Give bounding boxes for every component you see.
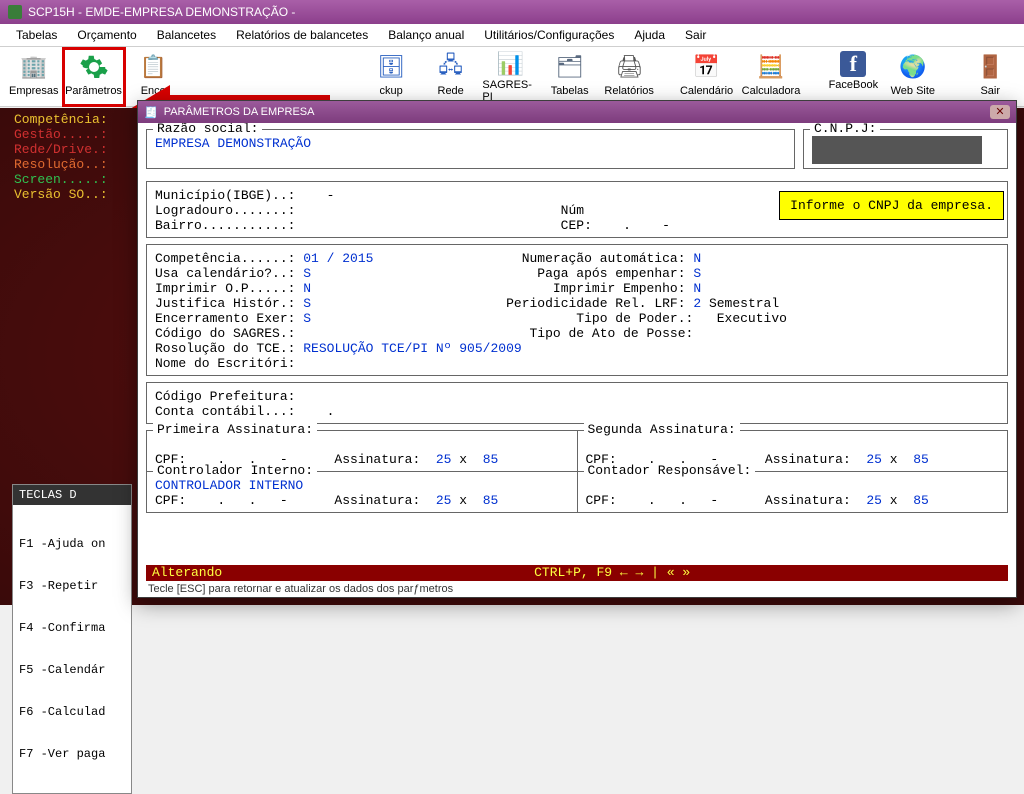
dialog-status-bar: Alterando CTRL+P, F9 ← → | « » (146, 565, 1008, 581)
dialog-parametros: 🧾 PARÂMETROS DA EMPRESA ✕ Razão social: … (137, 100, 1017, 598)
legend-sig2: Segunda Assinatura: (584, 422, 740, 437)
chart-icon: 📊 (494, 51, 526, 77)
fieldset-razao-social: Razão social: EMPRESA DEMONSTRAÇÃO (146, 129, 795, 169)
row-bairro[interactable]: Bairro...........: CEP: . - (155, 218, 999, 233)
row-imprimir-op[interactable]: Imprimir O.P.....: N Imprimir Empenho: N (155, 281, 999, 296)
hotkey-line: F5 -Calendár (19, 663, 125, 677)
tb-calculadora[interactable]: 🧮 Calculadora (736, 49, 805, 105)
legend-razao: Razão social: (153, 123, 262, 136)
tb-backup[interactable]: 🗄 ckup (361, 49, 421, 105)
row-escritorio[interactable]: Nome do Escritóri: (155, 356, 999, 371)
status-keys: CTRL+P, F9 ← → | « » (534, 565, 690, 581)
dialog-close-button[interactable]: ✕ (990, 105, 1010, 119)
fieldset-prefeitura: Código Prefeitura: Conta contábil...: . (146, 382, 1008, 424)
status-mode: Alterando (152, 565, 222, 581)
tb-tabelas[interactable]: 🗂 Tabelas (540, 49, 600, 105)
row-encerramento[interactable]: Encerramento Exer: S Tipo de Poder.: Exe… (155, 311, 999, 326)
legend-sig4: Contador Responsável: (584, 463, 756, 478)
tb-parametros[interactable]: Parâmetros (64, 49, 124, 105)
app-icon (8, 5, 22, 19)
row-conta[interactable]: Conta contábil...: . (155, 404, 999, 419)
hotkey-line: F1 -Ajuda on (19, 537, 125, 551)
hotkey-line: F4 -Confirma (19, 621, 125, 635)
row-prefeitura[interactable]: Código Prefeitura: (155, 389, 999, 404)
tooltip-cnpj: Informe o CNPJ da empresa. (779, 191, 1004, 220)
hotkey-line: F7 -Ver paga (19, 747, 125, 761)
menu-bar: Tabelas Orçamento Balancetes Relatórios … (0, 24, 1024, 47)
hotkey-line: F3 -Repetir (19, 579, 125, 593)
window-title: SCP15H - EMDE-EMPRESA DEMONSTRAÇÃO - (28, 0, 295, 24)
cnpj-input[interactable] (812, 136, 982, 164)
fieldset-controlador: Controlador Interno: CONTROLADOR INTERNO… (146, 471, 578, 513)
row-sig4-cpf[interactable]: CPF: . . - Assinatura: 25 x 85 (586, 493, 1000, 508)
row-sagres[interactable]: Código do SAGRES.: Tipo de Ato de Posse: (155, 326, 999, 341)
menu-relatorios-balancetes[interactable]: Relatórios de balancetes (226, 26, 378, 44)
row-calendario[interactable]: Usa calendário?..: S Paga após empenhar:… (155, 266, 999, 281)
hotkeys-panel: TECLAS D F1 -Ajuda on F3 -Repetir F4 -Co… (12, 484, 132, 794)
tb-relatorios[interactable]: 🖨 Relatórios (599, 49, 659, 105)
status-line: Gestão.....: (14, 127, 140, 142)
hotkey-line: F6 -Calculad (19, 705, 125, 719)
tb-empresas[interactable]: 🏢 Empresas (4, 49, 64, 105)
hotkeys-header: TECLAS D (13, 485, 131, 505)
menu-ajuda[interactable]: Ajuda (624, 26, 675, 44)
buildings-icon: 🏢 (18, 51, 50, 83)
fieldset-cnpj: C.N.P.J: (803, 129, 1008, 169)
menu-orcamento[interactable]: Orçamento (67, 26, 146, 44)
tb-sagres[interactable]: 📊 SAGRES-PI (480, 49, 540, 105)
window-titlebar: SCP15H - EMDE-EMPRESA DEMONSTRAÇÃO - (0, 0, 1024, 24)
menu-tabelas[interactable]: Tabelas (6, 26, 67, 44)
menu-balancetes[interactable]: Balancetes (147, 26, 226, 44)
row-resolucao[interactable]: Rosolução do TCE.: RESOLUÇÃO TCE/PI Nº 9… (155, 341, 999, 356)
menu-balanco-anual[interactable]: Balanço anual (378, 26, 474, 44)
fieldset-config: Competência......: 01 / 2015 Numeração a… (146, 244, 1008, 376)
status-line: Resolução..: (14, 157, 140, 172)
status-panel: Competência: Gestão.....: Rede/Drive.: R… (12, 108, 142, 206)
printer-icon: 🖨 (613, 51, 645, 83)
dialog-body: Razão social: EMPRESA DEMONSTRAÇÃO C.N.P… (138, 123, 1016, 561)
fieldset-contador: Contador Responsável: CPF: . . - Assinat… (577, 471, 1009, 513)
calendar-icon: 📅 (691, 51, 723, 83)
row-justifica[interactable]: Justifica Histór.: S Periodicidade Rel. … (155, 296, 999, 311)
dialog-title-icon: 🧾 (144, 106, 158, 119)
gear-icon (78, 51, 110, 83)
razao-value[interactable]: EMPRESA DEMONSTRAÇÃO (155, 136, 786, 151)
calculator-icon: 🧮 (755, 51, 787, 83)
tb-calendario[interactable]: 📅 Calendário (677, 49, 737, 105)
dialog-footer-hint: Tecle [ESC] para retornar e atualizar os… (146, 581, 1008, 597)
network-icon: 🖧 (435, 51, 467, 83)
globe-icon: 🌍 (897, 51, 929, 83)
menu-sair[interactable]: Sair (675, 26, 716, 44)
row-competencia[interactable]: Competência......: 01 / 2015 Numeração a… (155, 251, 999, 266)
tb-website[interactable]: 🌍 Web Site (883, 49, 943, 105)
legend-cnpj: C.N.P.J: (810, 123, 880, 136)
legend-sig1: Primeira Assinatura: (153, 422, 317, 437)
clipboard-icon: 📋 (137, 51, 169, 83)
dialog-title-text: PARÂMETROS DA EMPRESA (164, 106, 315, 118)
tb-sair[interactable]: 🚪 Sair (960, 49, 1020, 105)
row-sig3-cpf[interactable]: CPF: . . - Assinatura: 25 x 85 (155, 493, 569, 508)
dialog-titlebar[interactable]: 🧾 PARÂMETROS DA EMPRESA ✕ (138, 101, 1016, 123)
status-line: Versão SO..: (14, 187, 140, 202)
legend-sig3: Controlador Interno: (153, 463, 317, 478)
status-line: Rede/Drive.: (14, 142, 140, 157)
status-line: Screen.....: (14, 172, 140, 187)
hotkeys-body: F1 -Ajuda on F3 -Repetir F4 -Confirma F5… (13, 505, 131, 793)
archive-icon: 🗄 (375, 51, 407, 83)
status-line: Competência: (14, 112, 140, 127)
folder-icon: 🗂 (554, 51, 586, 83)
tb-facebook[interactable]: f FaceBook (824, 49, 884, 105)
toolbar: 🏢 Empresas Parâmetros 📋 Ence 🗄 ckup 🖧 Re… (0, 47, 1024, 107)
tb-rede[interactable]: 🖧 Rede (421, 49, 481, 105)
controlador-value[interactable]: CONTROLADOR INTERNO (155, 478, 569, 493)
facebook-icon: f (840, 51, 866, 77)
menu-utilitarios[interactable]: Utilitários/Configurações (474, 26, 624, 44)
exit-icon: 🚪 (974, 51, 1006, 83)
